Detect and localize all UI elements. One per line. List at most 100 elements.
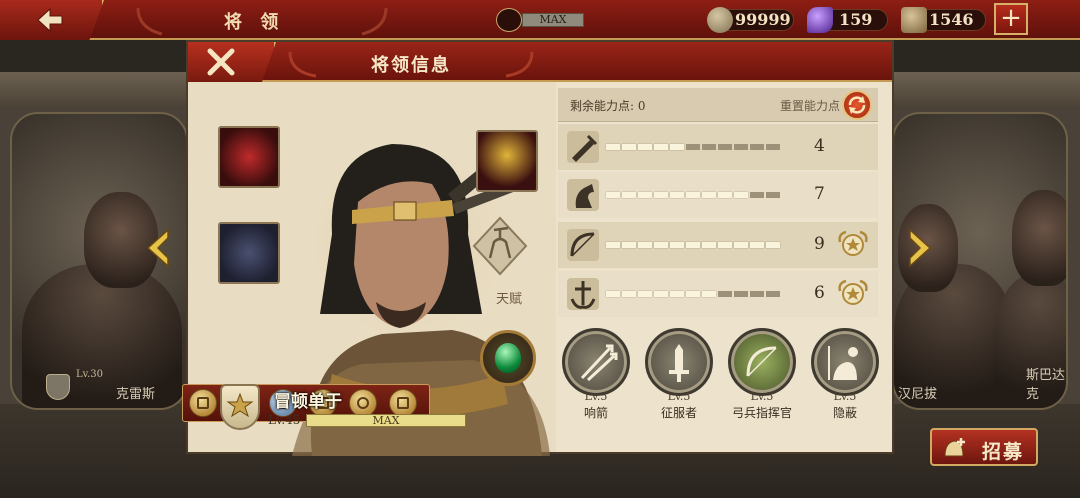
skill-name: 弓兵指挥官 — [731, 406, 792, 420]
helmet-plus-icon — [944, 438, 965, 457]
side-hero-name: 汉尼拔 — [898, 387, 938, 402]
laurel-left-icon — [136, 7, 163, 36]
stat-bar-segment — [686, 144, 700, 150]
stat-bar-segment — [686, 291, 700, 297]
skill-sword-icon — [645, 328, 713, 396]
skill-slot[interactable]: Lv.5 响箭 — [560, 328, 632, 422]
side-hero-face — [1012, 190, 1066, 286]
stat-bar-segment — [766, 242, 780, 248]
next-hero-arrow-icon[interactable] — [906, 228, 934, 268]
top-bar: 将 领 MAX 99999 159 1546 + — [0, 0, 1080, 40]
coins-value: 99999 — [735, 10, 791, 29]
dialog-header: 将领信息 — [188, 42, 892, 82]
hero-exp-bar: MAX — [306, 414, 466, 427]
star-medal-icon[interactable] — [836, 277, 870, 311]
coins-counter[interactable]: 99999 — [707, 7, 794, 33]
building-level-bar[interactable]: MAX — [496, 8, 588, 32]
sword-icon — [567, 131, 599, 163]
stat-bar-segment — [734, 242, 748, 248]
skill-arrows-icon — [562, 328, 630, 396]
stat-bar-segment — [606, 291, 620, 297]
stat-bar-segment — [622, 192, 636, 198]
gems-counter[interactable]: 159 — [807, 7, 888, 33]
skill-name: 响箭 — [583, 406, 608, 420]
stat-bar-segment — [638, 291, 652, 297]
equipment-slot-banner[interactable] — [218, 126, 280, 188]
skill-slot[interactable]: Lv.5 弓兵指挥官 — [726, 328, 798, 422]
reset-points-label: 重置能力点 — [780, 99, 841, 113]
dialog-title: 将领信息 — [371, 55, 451, 76]
stat-bar-segment — [734, 291, 748, 297]
star-medal-icon[interactable] — [836, 228, 870, 262]
skill-level: Lv.5 — [750, 390, 774, 403]
stat-bar-segment — [670, 192, 684, 198]
stat-bar-segment — [766, 291, 780, 297]
stat-bar-segment — [622, 242, 636, 248]
stat-bar-segment — [702, 144, 716, 150]
skill-slot[interactable]: Lv.5 征服者 — [643, 328, 715, 422]
laurel-right-icon — [505, 51, 534, 78]
reset-points-button[interactable] — [842, 90, 872, 120]
close-icon — [207, 48, 235, 76]
badge-icon[interactable] — [189, 389, 217, 417]
stat-bar-segment — [750, 144, 764, 150]
emerald-gem-icon[interactable] — [480, 330, 536, 386]
stat-bar-segment — [750, 192, 764, 198]
stat-bar-segment — [638, 242, 652, 248]
stat-bar-segment — [622, 291, 636, 297]
stat-bar-segment — [702, 242, 716, 248]
equipment-slot-pharaoh-mask[interactable] — [476, 130, 538, 192]
stat-bar-segment — [702, 291, 716, 297]
recruit-button[interactable]: 招募 — [930, 428, 1038, 466]
hero-name-plate: 冒顿单于 Lv.45 MAX — [220, 384, 482, 432]
skill-level: Lv.5 — [833, 390, 857, 403]
stat-bar-segment — [718, 242, 732, 248]
hero-name: 冒顿单于 — [274, 392, 342, 412]
add-resource-button[interactable]: + — [994, 3, 1028, 35]
close-button[interactable] — [188, 42, 276, 82]
stat-value: 6 — [814, 283, 825, 303]
stat-bar-segment — [750, 291, 764, 297]
ability-points-row: 剩余能力点: 0 重置能力点 — [558, 88, 878, 122]
bank-icon — [496, 8, 522, 32]
stat-bar-segment — [654, 291, 668, 297]
talent-label: 天赋 — [496, 292, 523, 307]
star-icon — [226, 392, 254, 418]
stat-bar-segment — [766, 144, 780, 150]
stat-bar-segment — [606, 242, 620, 248]
building-level-max: MAX — [522, 13, 584, 27]
stat-row: 7 — [558, 172, 878, 218]
stat-row: 6 — [558, 271, 878, 317]
hero-rank-shield-icon — [220, 384, 260, 430]
back-button[interactable] — [0, 0, 104, 40]
stat-bar-segment — [654, 192, 668, 198]
stat-bar-segment — [718, 291, 732, 297]
stat-value: 9 — [814, 234, 825, 254]
remaining-points-label: 剩余能力点: 0 — [570, 99, 646, 113]
laurel-left-icon — [288, 51, 317, 78]
talent-centaur-icon[interactable] — [472, 216, 528, 276]
stat-bar-segment — [686, 192, 700, 198]
stat-bar-segment — [638, 192, 652, 198]
stat-bar-segment — [734, 144, 748, 150]
side-hero-name: 斯巴达克 — [1026, 368, 1066, 402]
stat-bar-segment — [686, 242, 700, 248]
laurel-right-icon — [361, 7, 388, 36]
bow-icon — [567, 229, 599, 261]
skill-slot[interactable]: Lv.5 隐蔽 — [809, 328, 881, 422]
stat-bar-segment — [718, 144, 732, 150]
stat-bar-segment — [766, 192, 780, 198]
page-title: 将 领 — [224, 12, 285, 33]
stat-bar-segment — [670, 242, 684, 248]
stat-bar-segment — [606, 144, 620, 150]
skill-level: Lv.5 — [667, 390, 691, 403]
stat-row: 9 — [558, 222, 878, 268]
skill-name: 征服者 — [660, 406, 697, 420]
stat-bar-segment — [606, 192, 620, 198]
equipment-slot-book[interactable] — [218, 222, 280, 284]
honor-counter[interactable]: 1546 — [901, 7, 986, 33]
purple-gem-icon — [807, 7, 833, 33]
prev-hero-arrow-icon[interactable] — [144, 228, 172, 268]
stat-bar-segment — [734, 192, 748, 198]
stat-bar-segment — [654, 242, 668, 248]
